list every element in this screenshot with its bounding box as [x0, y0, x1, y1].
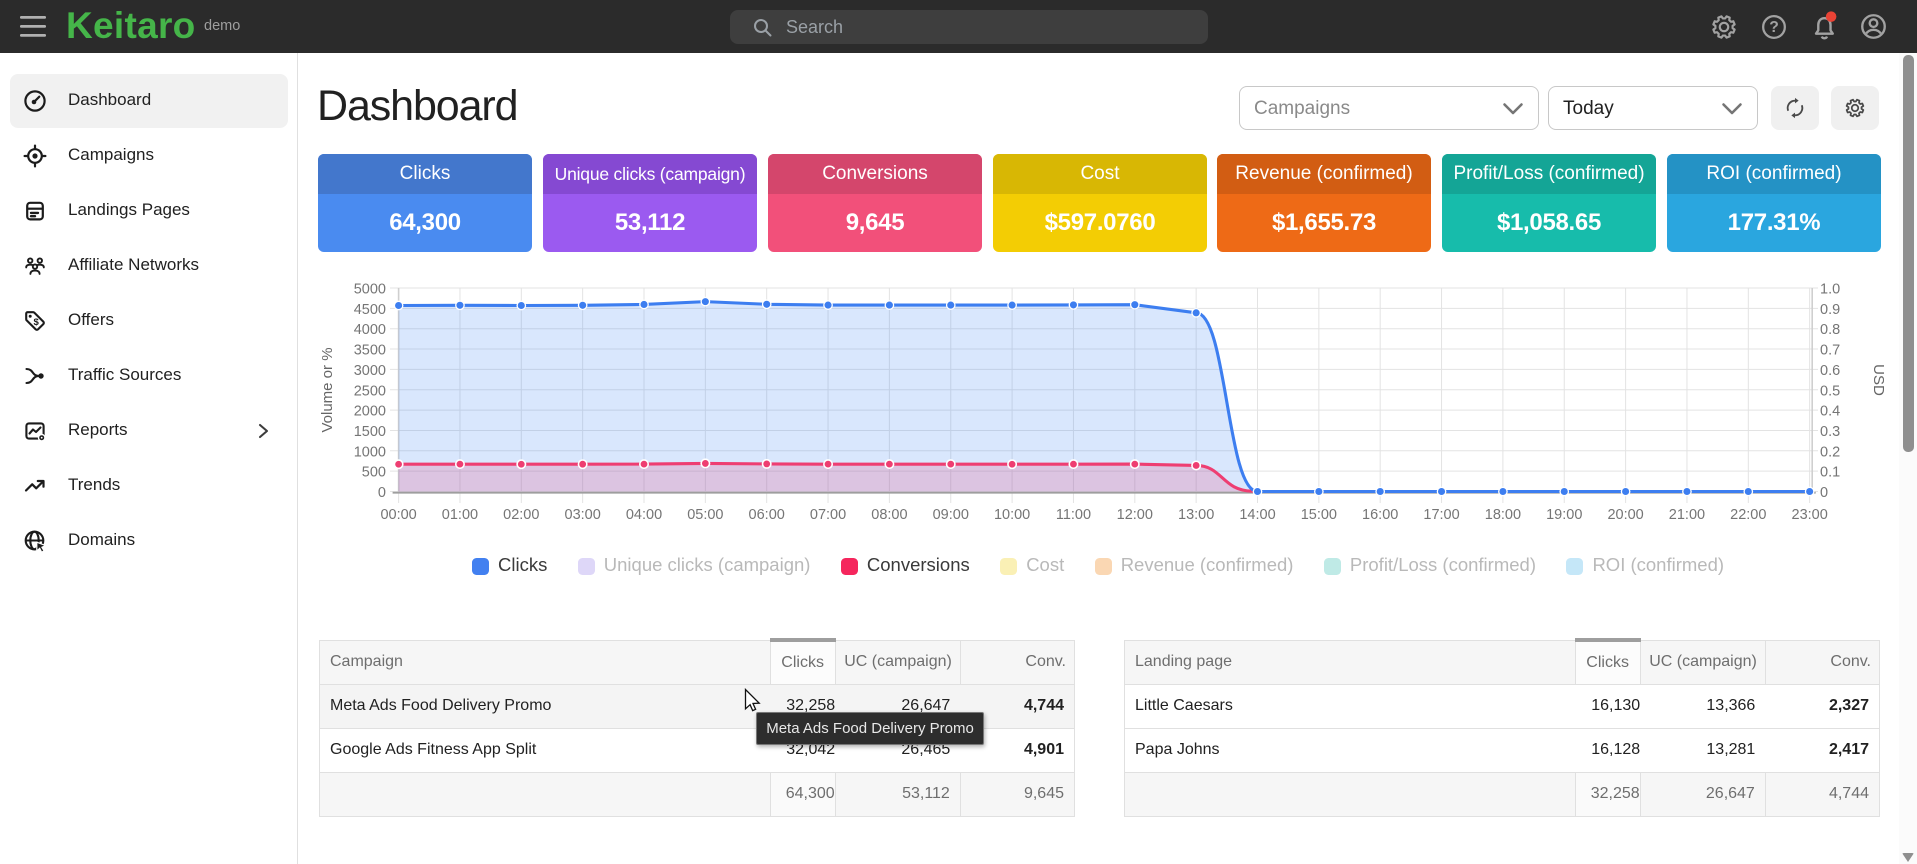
svg-text:Volume or %: Volume or % [319, 347, 336, 432]
svg-text:500: 500 [362, 465, 386, 481]
svg-text:14:00: 14:00 [1239, 507, 1275, 523]
svg-text:0.5: 0.5 [1820, 383, 1840, 399]
svg-text:4000: 4000 [354, 322, 386, 338]
svg-text:1000: 1000 [354, 444, 386, 460]
svg-text:$: $ [34, 317, 40, 328]
svg-text:2000: 2000 [354, 404, 386, 420]
svg-text:01:00: 01:00 [442, 507, 478, 523]
svg-text:22:00: 22:00 [1730, 507, 1766, 523]
svg-text:10:00: 10:00 [994, 507, 1030, 523]
svg-text:4500: 4500 [354, 302, 386, 318]
svg-text:0.7: 0.7 [1820, 343, 1840, 359]
svg-text:0.2: 0.2 [1820, 444, 1840, 460]
svg-text:09:00: 09:00 [933, 507, 969, 523]
svg-text:5000: 5000 [354, 282, 386, 298]
svg-text:13:00: 13:00 [1178, 507, 1214, 523]
svg-text:12:00: 12:00 [1117, 507, 1153, 523]
svg-text:0: 0 [1820, 485, 1828, 501]
svg-text:11:00: 11:00 [1056, 507, 1091, 523]
svg-text:0.1: 0.1 [1820, 465, 1840, 481]
svg-text:1.0: 1.0 [1820, 282, 1840, 298]
svg-text:02:00: 02:00 [503, 507, 539, 523]
svg-text:0.9: 0.9 [1820, 302, 1840, 318]
svg-text:USD: USD [1870, 364, 1887, 396]
svg-text:03:00: 03:00 [565, 507, 601, 523]
svg-text:23:00: 23:00 [1792, 507, 1828, 523]
svg-text:00:00: 00:00 [380, 507, 416, 523]
svg-text:15:00: 15:00 [1301, 507, 1337, 523]
svg-text:0.4: 0.4 [1820, 404, 1840, 420]
svg-text:06:00: 06:00 [749, 507, 785, 523]
svg-text:21:00: 21:00 [1669, 507, 1705, 523]
svg-text:07:00: 07:00 [810, 507, 846, 523]
svg-text:2500: 2500 [354, 383, 386, 399]
svg-text:20:00: 20:00 [1607, 507, 1643, 523]
svg-text:1500: 1500 [354, 424, 386, 440]
svg-text:?: ? [1769, 19, 1779, 36]
svg-text:18:00: 18:00 [1485, 507, 1521, 523]
svg-text:0.6: 0.6 [1820, 363, 1840, 379]
svg-text:04:00: 04:00 [626, 507, 662, 523]
svg-text:17:00: 17:00 [1423, 507, 1459, 523]
svg-text:08:00: 08:00 [871, 507, 907, 523]
svg-text:3500: 3500 [354, 343, 386, 359]
svg-text:3000: 3000 [354, 363, 386, 379]
svg-text:05:00: 05:00 [687, 507, 723, 523]
svg-text:0: 0 [378, 485, 386, 501]
svg-text:19:00: 19:00 [1546, 507, 1582, 523]
svg-text:0.3: 0.3 [1820, 424, 1840, 440]
svg-text:0.8: 0.8 [1820, 322, 1840, 338]
svg-text:16:00: 16:00 [1362, 507, 1398, 523]
